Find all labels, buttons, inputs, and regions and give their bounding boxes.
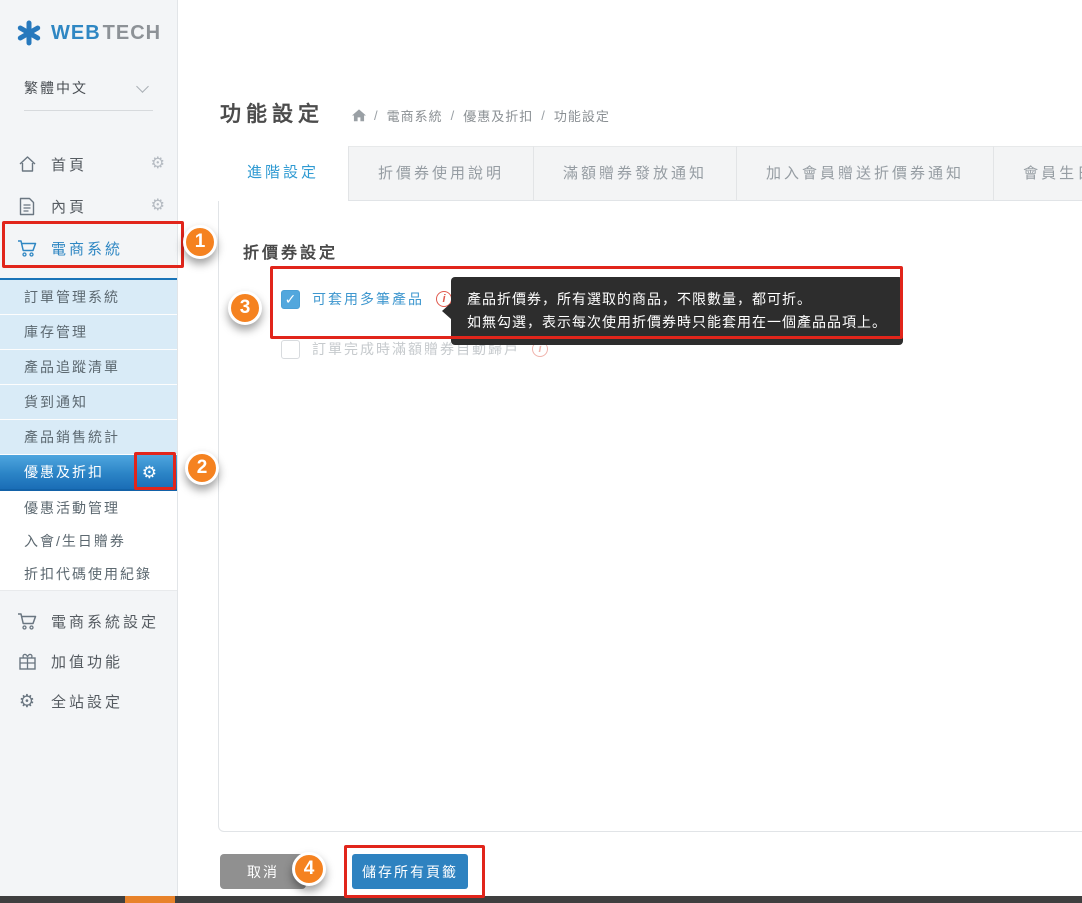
sidebar-item-home[interactable]: 首頁 ⚙ [0,143,177,185]
checkbox-multi-product[interactable]: ✓ [281,290,300,309]
sidebar-item-label: 優惠活動管理 [24,498,120,518]
footer-accent-segment [125,896,175,903]
tab-coupon-instructions[interactable]: 折價券使用說明 [348,146,534,200]
ecommerce-submenu: 訂單管理系統 庫存管理 產品追蹤清單 貨到通知 產品銷售統計 [0,280,177,455]
tooltip: 產品折價券，所有選取的商品，不限數量，都可折。 如無勾選，表示每次使用折價券時只… [451,277,903,345]
sidebar-item-promo-management[interactable]: 優惠活動管理 [0,491,177,524]
tooltip-arrow-icon [442,303,451,319]
sidebar-item-membership-coupons[interactable]: 入會/生日贈券 [0,524,177,557]
sidebar-item-product-tracking[interactable]: 產品追蹤清單 [0,350,177,385]
sidebar-item-inner-pages[interactable]: 內頁 ⚙ [0,185,177,227]
cart-icon [16,611,38,631]
breadcrumb-separator: / [451,108,456,123]
chevron-down-icon [136,80,149,93]
tab-birthday-coupon-notice[interactable]: 會員生日贈送折價券通知 [994,146,1082,200]
sidebar: WEBTECH 繁體中文 首頁 ⚙ 內頁 ⚙ [0,0,178,896]
sidebar-item-label: 產品銷售統計 [24,427,120,447]
sidebar-item-arrival-notice[interactable]: 貨到通知 [0,385,177,420]
sidebar-item-addons[interactable]: 加值功能 [0,641,177,681]
tab-bar: 進階設定 折價券使用說明 滿額贈券發放通知 加入會員贈送折價券通知 會員生日贈送… [218,146,1082,200]
sidebar-item-inventory[interactable]: 庫存管理 [0,315,177,350]
breadcrumb: / 電商系統 / 優惠及折扣 / 功能設定 [352,106,610,125]
sidebar-item-sales-stats[interactable]: 產品銷售統計 [0,420,177,455]
language-selector[interactable]: 繁體中文 [24,78,153,111]
cart-icon [16,238,38,258]
sidebar-item-label: 加值功能 [51,651,165,672]
sidebar-item-label: 折扣代碼使用紀錄 [24,564,152,584]
sidebar-item-order-management[interactable]: 訂單管理系統 [0,280,177,315]
gear-icon: ⚙ [16,691,38,711]
discount-submenu: 優惠活動管理 入會/生日贈券 折扣代碼使用紀錄 [0,491,177,591]
checkbox-auto-credit[interactable] [281,340,300,359]
sidebar-item-label: 入會/生日贈券 [24,531,126,551]
annotation-step-2: 2 [185,451,219,485]
breadcrumb-item[interactable]: 優惠及折扣 [463,106,533,125]
app-root: WEBTECH 繁體中文 首頁 ⚙ 內頁 ⚙ [0,0,1082,903]
breadcrumb-item[interactable]: 電商系統 [387,106,443,125]
option-row-multi-product: ✓ 可套用多筆產品 i [281,289,452,309]
brand-logo[interactable]: WEBTECH [0,0,177,52]
breadcrumb-home-icon[interactable] [352,109,366,122]
section-title: 折價券設定 [243,239,338,263]
sidebar-item-ecommerce[interactable]: 電商系統 [0,227,177,269]
sidebar-item-label: 首頁 [51,154,151,175]
tooltip-line2: 如無勾選，表示每次使用折價券時只能套用在一個產品品項上。 [467,311,887,334]
brand-name-primary: WEB [51,22,101,44]
sidebar-item-label: 內頁 [51,196,151,217]
content-panel: 折價券設定 ✓ 可套用多筆產品 i 產品折價券，所有選取的商品，不限數量，都可折… [218,200,1082,832]
breadcrumb-item-current: 功能設定 [554,106,610,125]
brand-name-secondary: TECH [103,22,161,44]
sidebar-item-label: 優惠及折扣 [24,462,104,482]
sidebar-item-label: 全站設定 [51,691,165,712]
sidebar-item-label: 庫存管理 [24,322,88,342]
sidebar-item-ecommerce-settings[interactable]: 電商系統設定 [0,601,177,641]
home-icon [16,154,38,174]
breadcrumb-separator: / [541,108,546,123]
checkmark-icon: ✓ [285,292,297,306]
sidebar-nav-bottom: 電商系統設定 加值功能 ⚙ 全站設定 [0,601,177,721]
sidebar-nav: 首頁 ⚙ 內頁 ⚙ 電商系統 訂單管理系統 庫存管理 產品追蹤清單 [0,143,177,721]
sidebar-item-label: 貨到通知 [24,392,88,412]
save-all-tabs-button[interactable]: 儲存所有頁籤 [352,854,468,889]
annotation-step-1: 1 [183,225,217,259]
gear-icon[interactable]: ⚙ [151,198,165,214]
tab-advanced-settings[interactable]: 進階設定 [218,146,348,201]
gift-icon [16,651,38,671]
sidebar-item-label: 產品追蹤清單 [24,357,120,377]
tab-threshold-coupon-notice[interactable]: 滿額贈券發放通知 [534,146,737,200]
sidebar-item-label: 訂單管理系統 [24,287,120,307]
gear-icon[interactable]: ⚙ [142,464,157,481]
tab-join-member-coupon-notice[interactable]: 加入會員贈送折價券通知 [737,146,994,200]
sidebar-item-code-usage-log[interactable]: 折扣代碼使用紀錄 [0,557,177,590]
asterisk-logo-icon [16,20,42,46]
cancel-button[interactable]: 取消 [220,854,306,889]
page-icon [16,196,38,216]
breadcrumb-separator: / [374,108,379,123]
sidebar-item-discounts-selected[interactable]: 優惠及折扣 ⚙ [0,455,177,491]
tooltip-line1: 產品折價券，所有選取的商品，不限數量，都可折。 [467,288,887,311]
sidebar-item-label: 電商系統設定 [51,611,165,632]
page-title: 功能設定 [220,98,324,128]
sidebar-item-label: 電商系統 [51,238,165,259]
sidebar-item-site-settings[interactable]: ⚙ 全站設定 [0,681,177,721]
checkbox-label[interactable]: 可套用多筆產品 [312,289,424,309]
language-selected-label: 繁體中文 [24,78,88,98]
gear-icon[interactable]: ⚙ [151,156,165,172]
